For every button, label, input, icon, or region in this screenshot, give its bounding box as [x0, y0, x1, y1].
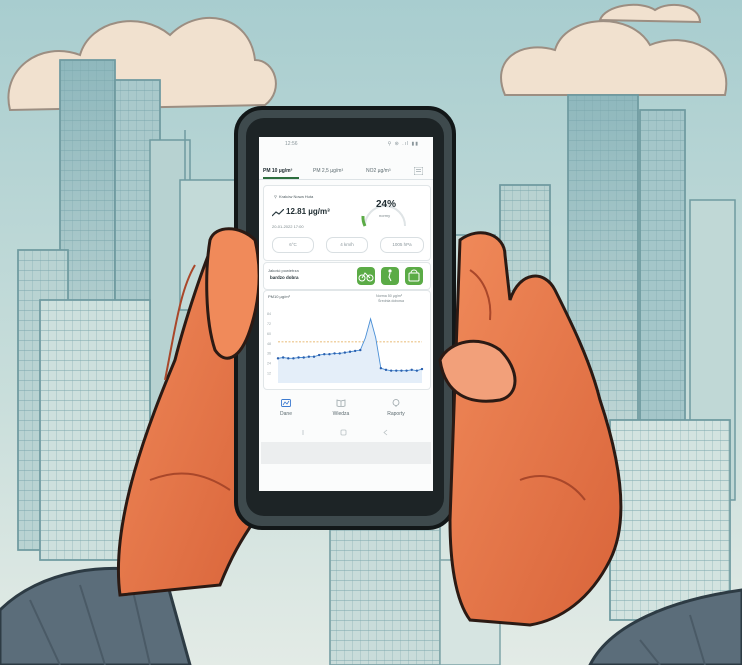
nav-item-raporty[interactable]: Raporty: [376, 399, 416, 417]
pollutant-tabs: PM 10 µg/m³ PM 2,5 µg/m³ NO2 µg/m³: [259, 165, 433, 180]
location-name: Kraków Nowa Huta: [279, 194, 314, 199]
data-point: [405, 369, 408, 372]
bottom-navigation: Dane Wiedza Raporty: [259, 399, 433, 421]
status-time: 12:56: [285, 141, 298, 147]
data-point: [348, 350, 352, 353]
data-point: [323, 353, 326, 356]
nav-item-wiedza[interactable]: Wiedza: [321, 399, 361, 417]
status-icons: ⚲ ⊛ .ıl ▮▮: [387, 141, 419, 147]
map-pin-icon: [392, 399, 400, 407]
system-nav-icons: [302, 429, 388, 436]
data-point: [379, 367, 383, 370]
data-point: [333, 352, 336, 355]
pm-value: 12.81 µg/m³: [286, 207, 330, 216]
data-point: [384, 368, 388, 372]
temperature-pill: 6°C: [272, 237, 314, 253]
air-quality-card: Jakość powietrza bardzo dobra: [263, 262, 431, 290]
wind-pill: 4 km/h: [326, 237, 368, 253]
phone-screen: 12:56 ⚲ ⊛ .ıl ▮▮ PM 10 µg/m³ PM 2,5 µg/m…: [259, 137, 433, 491]
data-point: [287, 357, 290, 360]
data-point: [312, 355, 316, 358]
walking-activity-button[interactable]: [381, 267, 399, 285]
y-tick-label: 60: [267, 332, 271, 336]
data-point: [302, 356, 305, 359]
status-bar: 12:56 ⚲ ⊛ .ıl ▮▮: [259, 137, 433, 149]
norm-gauge: [361, 205, 406, 227]
tab-pm10[interactable]: PM 10 µg/m³: [263, 168, 292, 174]
y-tick-label: 84: [267, 312, 271, 316]
data-point: [281, 356, 285, 359]
location-pin-icon: ⚲: [274, 194, 277, 199]
chart-card: PM10 µg/m³ Norma 50 µg/m³ Średnia dobowa…: [263, 290, 431, 390]
data-point: [338, 352, 341, 355]
quality-status: bardzo dobra: [270, 275, 299, 280]
walking-icon: [388, 269, 392, 282]
y-tick-label: 12: [267, 371, 271, 375]
norm-label: normy: [379, 213, 391, 218]
data-point: [328, 353, 331, 356]
pressure-pill: 1005 hPa: [380, 237, 424, 253]
data-point: [420, 367, 424, 371]
quality-label: Jakość powietrza: [268, 268, 299, 273]
data-point: [400, 369, 403, 372]
data-point: [353, 349, 357, 353]
location-card: ⚲ Kraków Nowa Huta 12.81 µg/m³ 20-01-202…: [263, 185, 431, 261]
chart-icon: [281, 399, 291, 407]
y-tick-label: 72: [267, 322, 271, 326]
outdoor-icon: [408, 269, 420, 282]
data-point: [292, 357, 295, 360]
y-tick-label: 48: [267, 342, 271, 346]
chart-norm-note: Norma 50 µg/m³: [376, 294, 403, 298]
reading-datetime: 20-01-2022 17:00: [272, 224, 304, 229]
y-tick-label: 36: [267, 352, 271, 356]
menu-icon[interactable]: [414, 167, 423, 175]
norm-percent: 24%: [376, 199, 397, 210]
nav-label-wiedza: Wiedza: [332, 411, 350, 417]
data-point: [307, 355, 311, 358]
active-tab-indicator: [263, 177, 299, 179]
data-point: [359, 348, 362, 352]
data-point: [276, 357, 280, 360]
y-tick-label: 24: [267, 362, 271, 366]
book-icon: [336, 399, 346, 408]
system-bar: [261, 442, 431, 464]
chart-title: PM10 µg/m³: [268, 294, 290, 299]
tab-no2[interactable]: NO2 µg/m³: [366, 168, 391, 174]
data-point: [389, 369, 393, 372]
tab-pm25[interactable]: PM 2,5 µg/m³: [313, 168, 343, 174]
trend-icon: [272, 209, 284, 217]
outdoor-activity-button[interactable]: [405, 267, 423, 285]
data-point: [343, 351, 347, 354]
cycling-activity-button[interactable]: [357, 267, 375, 285]
nav-label-dane: Dane: [280, 411, 292, 417]
nav-item-dane[interactable]: Dane: [266, 399, 306, 417]
nav-label-raporty: Raporty: [387, 411, 405, 417]
data-point: [415, 369, 419, 372]
system-navigation: [259, 424, 433, 436]
bike-icon: [358, 272, 374, 282]
data-point: [297, 356, 300, 359]
data-point: [317, 353, 321, 357]
cloud-top-right: [598, 3, 702, 24]
data-point: [410, 368, 413, 372]
pm10-line-chart: 12 24 36 48 60 72 84: [267, 312, 424, 383]
data-point: [395, 369, 398, 372]
